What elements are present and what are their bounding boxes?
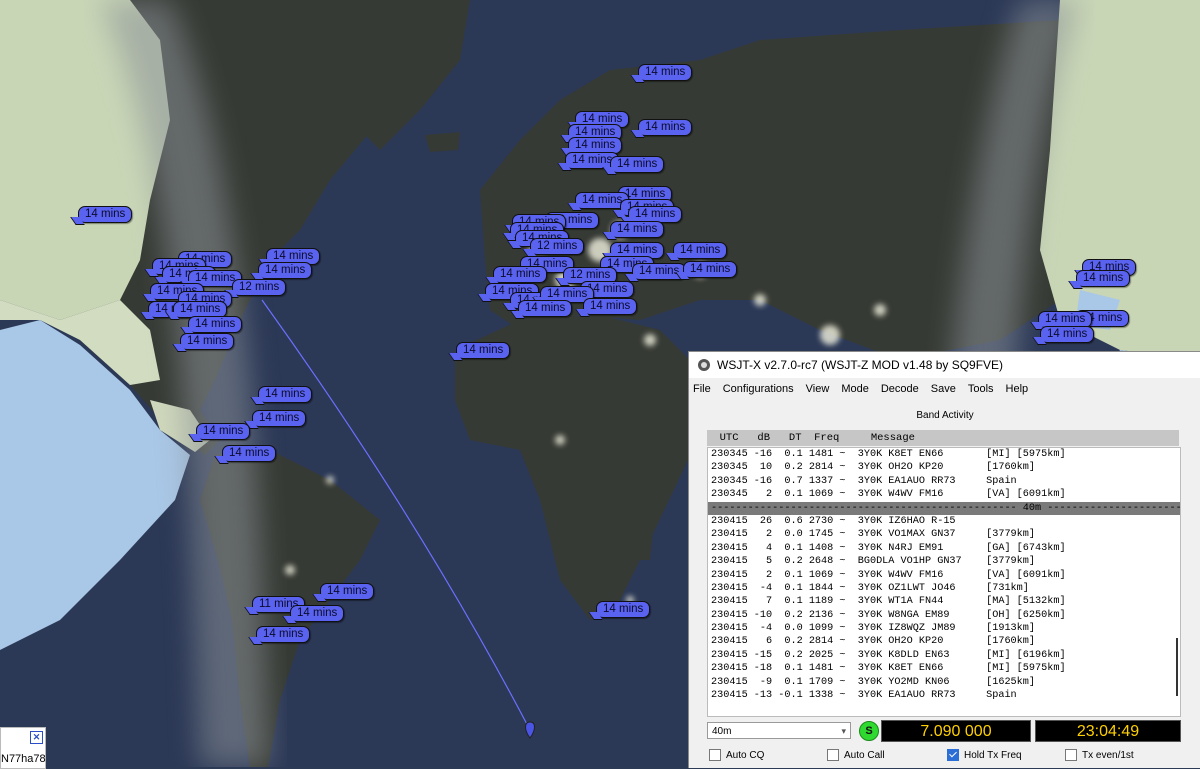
menu-tools[interactable]: Tools <box>968 383 1000 395</box>
menu-configurations[interactable]: Configurations <box>723 383 800 395</box>
spot-bubble[interactable]: 14 mins <box>188 316 243 333</box>
checkbox-box[interactable] <box>1065 749 1077 761</box>
band-value: 40m <box>712 726 732 737</box>
frequency-display: 7.090 000 <box>881 720 1031 742</box>
spot-bubble[interactable]: 14 mins <box>518 300 573 317</box>
spot-bubble[interactable]: 14 mins <box>256 626 311 643</box>
spot-bubble[interactable]: 14 mins <box>78 206 133 223</box>
control-row: 40m ▾ S 7.090 000 23:04:49 <box>707 720 1200 744</box>
spot-bubble[interactable]: 14 mins <box>222 445 277 462</box>
band-select[interactable]: 40m ▾ <box>707 722 851 739</box>
auto-call-label: Auto Call <box>844 749 885 761</box>
tx-even-label: Tx even/1st <box>1082 749 1134 761</box>
auto-cq-checkbox[interactable]: Auto CQ <box>709 749 764 761</box>
spot-bubble[interactable]: 14 mins <box>1076 270 1131 287</box>
spot-bubble[interactable]: 14 mins <box>638 119 693 136</box>
spot-bubble[interactable]: 12 mins <box>232 279 287 296</box>
band-activity-label: Band Activity <box>916 410 974 421</box>
spot-bubble[interactable]: 14 mins <box>196 423 251 440</box>
menu-save[interactable]: Save <box>931 383 962 395</box>
menu-file[interactable]: File <box>693 383 717 395</box>
decode-row[interactable]: 230415 6 0.2 2814 ~ 3Y0K OH2O KP20 [1760… <box>708 635 1180 648</box>
decode-row[interactable]: 230415 26 0.6 2730 ~ 3Y0K IZ6HAO R-15 <box>708 515 1180 528</box>
menu-decode[interactable]: Decode <box>881 383 925 395</box>
spot-bubble[interactable]: 14 mins <box>258 262 313 279</box>
decode-row[interactable]: 230415 -10 0.2 2136 ~ 3Y0K W8NGA EM89 [O… <box>708 609 1180 622</box>
wsjtx-window[interactable]: WSJT-X v2.7.0-rc7 (WSJT-Z MOD v1.48 by S… <box>688 351 1200 768</box>
menu-help[interactable]: Help <box>1006 383 1035 395</box>
s-meter-button[interactable]: S <box>859 721 879 741</box>
band-activity-list[interactable]: 230345 -16 0.1 1481 ~ 3Y0K K8ET EN66 [MI… <box>707 447 1181 717</box>
decode-row[interactable]: 230345 10 0.2 2814 ~ 3Y0K OH2O KP20 [176… <box>708 461 1180 474</box>
clock-display: 23:04:49 <box>1035 720 1181 742</box>
spot-bubble[interactable]: 14 mins <box>596 601 651 618</box>
checkbox-box[interactable] <box>947 749 959 761</box>
menu-bar: File Configurations View Mode Decode Sav… <box>689 378 1200 400</box>
checkbox-row: Auto CQ Auto Call Hold Tx Freq Tx even/1… <box>707 747 1200 765</box>
close-icon[interactable]: ✕ <box>30 731 43 744</box>
spot-bubble[interactable]: 14 mins <box>610 156 665 173</box>
hold-tx-freq-label: Hold Tx Freq <box>964 749 1022 761</box>
decode-row[interactable]: 230415 4 0.1 1408 ~ 3Y0K N4RJ EM91 [GA] … <box>708 542 1180 555</box>
decode-row[interactable]: 230415 2 0.1 1069 ~ 3Y0K W4WV FM16 [VA] … <box>708 569 1180 582</box>
decode-row[interactable]: 230415 -13 -0.1 1338 ~ 3Y0K EA1AUO RR73 … <box>708 689 1180 702</box>
spot-bubble[interactable]: 14 mins <box>456 342 511 359</box>
tx-even-checkbox[interactable]: Tx even/1st <box>1065 749 1134 761</box>
checkbox-box[interactable] <box>709 749 721 761</box>
auto-call-checkbox[interactable]: Auto Call <box>827 749 885 761</box>
decode-row[interactable]: 230415 -9 0.1 1709 ~ 3Y0K YO2MD KN06 [16… <box>708 676 1180 689</box>
spot-bubble[interactable]: 14 mins <box>258 386 313 403</box>
menu-view[interactable]: View <box>806 383 836 395</box>
decode-row[interactable]: 230345 -16 0.7 1337 ~ 3Y0K EA1AUO RR73 S… <box>708 475 1180 488</box>
menu-mode[interactable]: Mode <box>841 383 875 395</box>
spot-bubble[interactable]: 14 mins <box>673 242 728 259</box>
chevron-down-icon: ▾ <box>841 726 846 736</box>
spot-bubble[interactable]: 14 mins <box>610 221 665 238</box>
decode-row[interactable]: 230415 2 0.0 1745 ~ 3Y0K VO1MAX GN37 [37… <box>708 528 1180 541</box>
spot-bubble[interactable]: 14 mins <box>1040 326 1095 343</box>
app-icon <box>698 359 710 371</box>
spot-bubble[interactable]: 12 mins <box>530 238 585 255</box>
spot-bubble[interactable]: 14 mins <box>583 298 638 315</box>
checkbox-box[interactable] <box>827 749 839 761</box>
popup-label: N77ha78 <box>1 753 46 765</box>
spot-bubble[interactable]: 14 mins <box>290 605 345 622</box>
hold-tx-freq-checkbox[interactable]: Hold Tx Freq <box>947 749 1022 761</box>
decode-row[interactable]: 230415 5 0.2 2648 ~ BG0DLA VO1HP GN37 [3… <box>708 555 1180 568</box>
auto-cq-label: Auto CQ <box>726 749 765 761</box>
spot-bubble[interactable]: 14 mins <box>638 64 693 81</box>
decode-row[interactable]: 230415 -15 0.2 2025 ~ 3Y0K K8DLD EN63 [M… <box>708 649 1180 662</box>
decode-row[interactable]: 230415 -18 0.1 1481 ~ 3Y0K K8ET EN66 [MI… <box>708 662 1180 675</box>
spot-bubble[interactable]: 14 mins <box>683 261 738 278</box>
window-title: WSJT-X v2.7.0-rc7 (WSJT-Z MOD v1.48 by S… <box>717 358 1004 372</box>
decode-row[interactable]: 230415 7 0.1 1189 ~ 3Y0K WT1A FN44 [MA] … <box>708 595 1180 608</box>
spot-bubble[interactable]: 14 mins <box>180 333 235 350</box>
spot-bubble[interactable]: 14 mins <box>320 583 375 600</box>
decode-row[interactable]: 230415 -4 0.1 1844 ~ 3Y0K OZ1LWT JO46 [7… <box>708 582 1180 595</box>
scrollbar[interactable] <box>1176 638 1178 696</box>
decode-row[interactable]: 230345 -16 0.1 1481 ~ 3Y0K K8ET EN66 [MI… <box>708 448 1180 461</box>
spot-bubble[interactable]: 14 mins <box>493 266 548 283</box>
band-separator-row[interactable]: ----------------------------------------… <box>708 501 1180 515</box>
spot-bubble[interactable]: 14 mins <box>252 410 307 427</box>
band-activity-header: UTC dB DT Freq Message <box>707 430 1179 446</box>
title-bar[interactable]: WSJT-X v2.7.0-rc7 (WSJT-Z MOD v1.48 by S… <box>689 352 1200 378</box>
decode-row[interactable]: 230415 -4 0.0 1099 ~ 3Y0K IZ8WQZ JM89 [1… <box>708 622 1180 635</box>
decode-row[interactable]: 230345 2 0.1 1069 ~ 3Y0K W4WV FM16 [VA] … <box>708 488 1180 501</box>
map-popup: ✕ N77ha78 <box>0 727 46 769</box>
